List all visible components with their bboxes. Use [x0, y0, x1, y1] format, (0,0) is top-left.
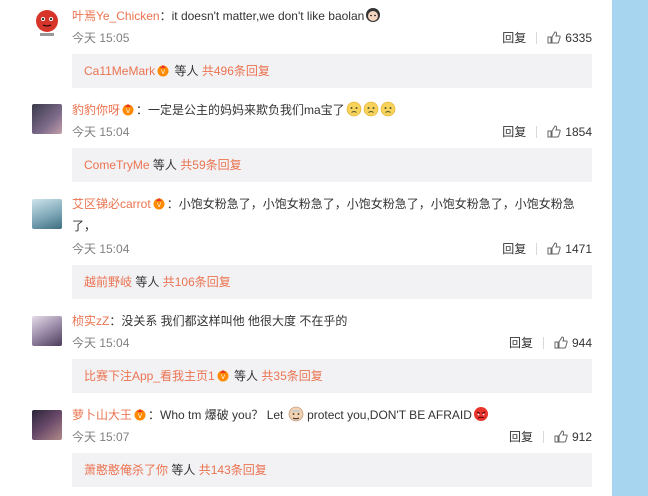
old-man-face-icon — [288, 406, 304, 422]
divider — [542, 431, 544, 443]
divider — [542, 337, 544, 349]
reply-button[interactable]: 回复 — [502, 242, 526, 256]
comment-text: ：没关系 我们都这样叫他 他很大度 不在乎的 — [109, 314, 348, 328]
reply-button[interactable]: 回复 — [509, 430, 533, 444]
comment-username[interactable]: 桢实zZ — [72, 314, 109, 328]
angry-face-icon — [473, 407, 488, 421]
divider — [536, 126, 538, 138]
vip-badge-icon: V — [122, 104, 134, 116]
like-icon[interactable] — [547, 31, 561, 44]
reply-mid: 等人 — [174, 64, 199, 78]
vip-badge-icon: V — [153, 198, 165, 210]
reply-count[interactable]: 共143条回复 — [199, 463, 267, 477]
vip-badge-icon: V — [217, 370, 229, 382]
comment-time: 今天 15:05 — [72, 31, 130, 45]
like-count: 6335 — [565, 31, 592, 45]
comment-text: ：it doesn't matter,we don't like baolan — [159, 9, 365, 23]
reply-button[interactable]: 回复 — [502, 31, 526, 45]
sad-face-icon — [363, 101, 378, 117]
comment-actions: 回复 944 — [509, 336, 592, 350]
like-count: 1471 — [565, 242, 592, 256]
comment-time: 今天 15:04 — [72, 242, 130, 256]
reply-user[interactable]: 比赛下注App_看我主页1 — [84, 369, 215, 383]
reply-mid: 等人 — [152, 158, 177, 172]
comment-line: 豹豹你呀 V ：一定是公主的妈妈来欺负我们ma宝了 — [72, 99, 396, 121]
reply-mid: 等人 — [234, 369, 259, 383]
divider — [536, 32, 538, 44]
comment-actions: 回复 912 — [509, 430, 592, 444]
comment-actions: 回复 1471 — [502, 242, 592, 256]
avatar[interactable] — [32, 199, 62, 229]
reply-count[interactable]: 共106条回复 — [163, 275, 231, 289]
comment-actions: 回复 6335 — [502, 31, 592, 45]
comment-text-a: ：Who tm 爆破 you？ Let — [148, 408, 284, 422]
like-count: 912 — [571, 430, 592, 444]
comment-username[interactable]: 叶焉Ye_Chicken — [72, 9, 160, 23]
divider — [536, 243, 538, 255]
replies-box[interactable]: Ca11MeMark V 等人 共496条回复 — [72, 54, 592, 88]
comment-line: 萝卜山大王 V ：Who tm 爆破 you？ Let protect you,DO… — [72, 404, 489, 426]
comment-text-b: protect you,DON'T BE AFRAID — [307, 408, 472, 422]
comment-actions: 回复 1854 — [502, 125, 592, 139]
reply-user[interactable]: ComeTryMe — [84, 158, 150, 172]
comment-username[interactable]: 艾区锑必carrot — [72, 197, 151, 211]
comment-panel: 叶焉Ye_Chicken：it doesn't matter,we don't … — [0, 0, 612, 496]
reply-button[interactable]: 回复 — [509, 336, 533, 350]
comment-line: 叶焉Ye_Chicken：it doesn't matter,we don't … — [72, 5, 381, 27]
emoji-icon — [366, 8, 381, 22]
replies-box[interactable]: 越前野岐 等人 共106条回复 — [72, 265, 592, 299]
comment-time: 今天 15:04 — [72, 125, 130, 139]
avatar[interactable] — [32, 104, 62, 134]
comment-time: 今天 15:04 — [72, 336, 130, 350]
vip-badge-icon: V — [134, 409, 146, 421]
reply-button[interactable]: 回复 — [502, 125, 526, 139]
comment-text: ：一定是公主的妈妈来欺负我们ma宝了 — [136, 103, 345, 117]
comment-line: 桢实zZ：没关系 我们都这样叫他 他很大度 不在乎的 — [72, 310, 347, 332]
vip-badge-icon: V — [157, 65, 169, 77]
comment-line: 艾区锑必carrot V ：小饱女粉急了，小饱女粉急了，小饱女粉急了，小饱女粉急了，… — [72, 193, 592, 237]
comment-username[interactable]: 豹豹你呀 — [72, 103, 120, 117]
like-count: 944 — [571, 336, 592, 350]
avatar[interactable] — [32, 410, 62, 440]
comment-username[interactable]: 萝卜山大王 — [72, 408, 132, 422]
replies-box[interactable]: 萧憨憨俺杀了你 等人 共143条回复 — [72, 453, 592, 487]
reply-count[interactable]: 共496条回复 — [202, 64, 270, 78]
like-count: 1854 — [565, 125, 592, 139]
reply-user[interactable]: 萧憨憨俺杀了你 — [84, 463, 168, 477]
avatar[interactable] — [32, 8, 62, 38]
reply-mid: 等人 — [135, 275, 160, 289]
sad-face-icon — [346, 101, 361, 117]
replies-box[interactable]: ComeTryMe 等人 共59条回复 — [72, 148, 592, 182]
like-icon[interactable] — [554, 430, 568, 443]
like-icon[interactable] — [554, 336, 568, 349]
like-icon[interactable] — [547, 125, 561, 138]
reply-mid: 等人 — [171, 463, 196, 477]
like-icon[interactable] — [547, 242, 561, 255]
reply-user[interactable]: 越前野岐 — [84, 275, 132, 289]
sad-face-icon — [380, 101, 395, 117]
reply-count[interactable]: 共35条回复 — [261, 369, 322, 383]
replies-box[interactable]: 比赛下注App_看我主页1 V 等人 共35条回复 — [72, 359, 592, 393]
comment-time: 今天 15:07 — [72, 430, 130, 444]
reply-count[interactable]: 共59条回复 — [180, 158, 241, 172]
reply-user[interactable]: Ca11MeMark — [84, 64, 155, 78]
avatar[interactable] — [32, 316, 62, 346]
